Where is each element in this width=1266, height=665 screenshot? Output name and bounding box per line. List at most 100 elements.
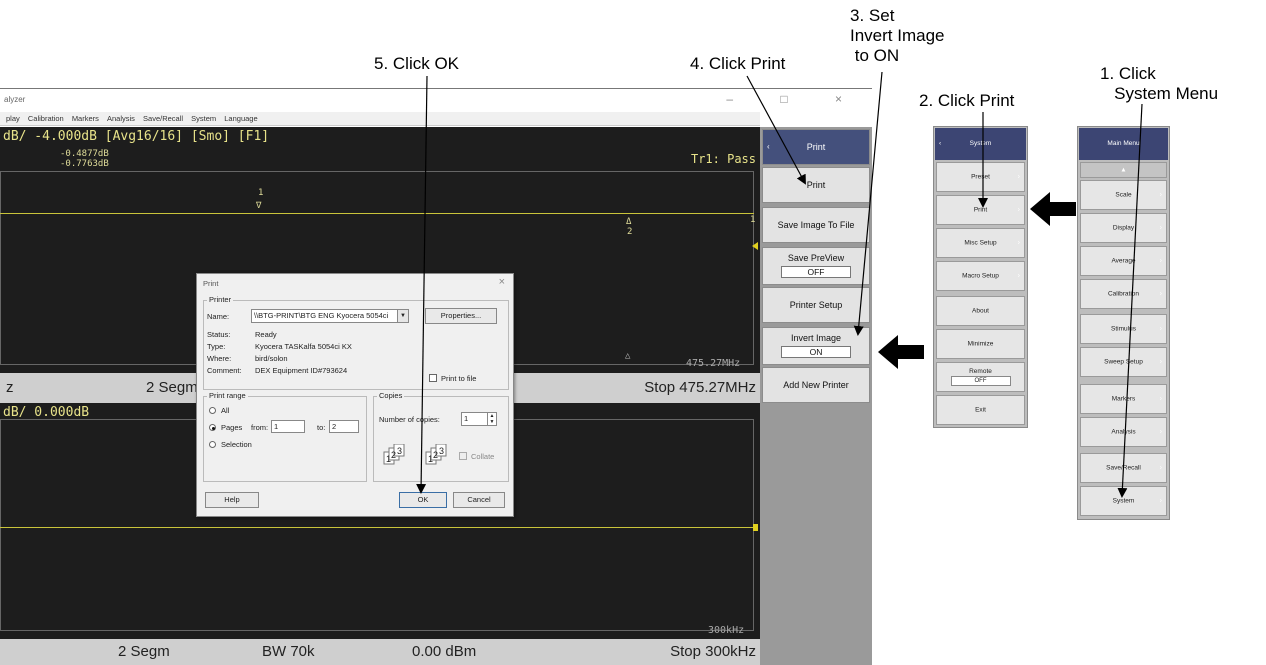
main-item-markers[interactable]: Markers › (1080, 384, 1167, 414)
window-controls[interactable]: – □ × (726, 92, 864, 106)
copies-group-label: Copies (377, 391, 405, 400)
system-menu-title: System (969, 140, 992, 147)
main-item-display[interactable]: Display › (1080, 213, 1167, 243)
main-item-sweep-setup[interactable]: Sweep Setup › (1080, 347, 1167, 377)
save-preview-softkey[interactable]: Save PreView OFF (762, 247, 870, 285)
save-preview-value: OFF (781, 266, 851, 278)
spinner-icon[interactable]: ▲ ▼ (487, 413, 496, 425)
main-item-average[interactable]: Average › (1080, 246, 1167, 276)
menu-calibration[interactable]: Calibration (28, 112, 64, 126)
from-input[interactable]: 1 (271, 420, 305, 433)
callout-step5: 5. Click OK (374, 54, 460, 73)
where-label: Where: (207, 354, 232, 363)
back-icon[interactable]: ‹ (939, 128, 941, 160)
dialog-close-icon[interactable]: × (499, 276, 505, 288)
collate-checkbox[interactable] (459, 452, 467, 460)
system-menu-panel: ‹ System Preset › Print › Misc Setup › Macr… (933, 126, 1028, 428)
save-preview-label: Save PreView (787, 253, 845, 263)
system-item-label: Macro Setup (962, 272, 999, 280)
system-item-remote[interactable]: Remote OFF (936, 362, 1025, 392)
name-label: Name: (207, 312, 230, 321)
trace-2-header: dB/ 0.000dB (3, 405, 90, 420)
invert-image-softkey[interactable]: Invert Image ON (762, 327, 870, 365)
invert-image-label: Invert Image (790, 333, 842, 343)
system-item-label: Misc Setup (964, 239, 997, 247)
chevron-right-icon: › (1017, 272, 1020, 280)
pages-radio[interactable] (209, 424, 216, 431)
chevron-right-icon: › (1159, 395, 1162, 403)
printer-setup-softkey[interactable]: Printer Setup (762, 287, 870, 323)
remote-label: Remote (969, 368, 992, 375)
system-item-macro-setup[interactable]: Macro Setup › (936, 261, 1025, 291)
to-label: to: (317, 423, 326, 432)
status-value: Ready (255, 330, 277, 339)
pages-label: Pages (221, 423, 243, 432)
cancel-button[interactable]: Cancel (453, 492, 505, 508)
menu-system[interactable]: System (191, 112, 216, 126)
type-label: Type: (207, 342, 226, 351)
back-icon[interactable]: ‹ (767, 130, 770, 164)
print-to-file-label: Print to file (441, 374, 477, 383)
menu-markers[interactable]: Markers (72, 112, 99, 126)
menu-analysis[interactable]: Analysis (107, 112, 135, 126)
save-image-softkey[interactable]: Save Image To File (762, 207, 870, 243)
status-bar-2: 2 Segm BW 70k 0.00 dBm Stop 300kHz (0, 639, 760, 665)
pass-indicator: Tr1: Pass (690, 152, 756, 166)
main-item-calibration[interactable]: Calibration › (1080, 279, 1167, 309)
callout-step1: 1. Click System Menu (1100, 64, 1219, 103)
main-item-analysis[interactable]: Analysis › (1080, 417, 1167, 447)
printer-group-label: Printer (207, 295, 234, 304)
status-1-left: z (6, 379, 14, 396)
copies-stepper[interactable]: 1 ▲ ▼ (461, 412, 497, 426)
menu-display[interactable]: play (6, 112, 20, 126)
menu-save-recall[interactable]: Save/Recall (143, 112, 183, 126)
printer-name-select[interactable]: \\BTG-PRINT\BTG ENG Kyocera 5054ci ▼ (251, 309, 409, 323)
printer-name-value: \\BTG-PRINT\BTG ENG Kyocera 5054ci (254, 311, 389, 320)
menu-language[interactable]: Language (224, 112, 257, 126)
main-item-stimulus[interactable]: Stimulus › (1080, 314, 1167, 344)
invert-image-value: ON (781, 346, 851, 358)
svg-text:2: 2 (391, 450, 396, 460)
scroll-up-button[interactable]: ▲ (1080, 162, 1167, 178)
marker-1-symbol: ∇ (256, 201, 262, 211)
chevron-right-icon: › (1159, 257, 1162, 265)
chevron-up-icon: ▲ (1120, 166, 1127, 174)
comment-label: Comment: (207, 366, 242, 375)
chevron-right-icon: › (1159, 325, 1162, 333)
print-softkey[interactable]: Print (762, 167, 870, 203)
status-2-stop: Stop 300kHz (670, 643, 756, 660)
system-item-misc-setup[interactable]: Misc Setup › (936, 228, 1025, 258)
callout-step2: 2. Click Print (919, 91, 1015, 110)
main-menu-header: Main Menu (1079, 128, 1168, 160)
to-input[interactable]: 2 (329, 420, 359, 433)
selection-radio[interactable] (209, 441, 216, 448)
menu-bar: play Calibration Markers Analysis Save/R… (0, 112, 760, 126)
add-printer-softkey[interactable]: Add New Printer (762, 367, 870, 403)
system-item-print[interactable]: Print › (936, 195, 1025, 225)
system-item-minimize[interactable]: Minimize (936, 329, 1025, 359)
ok-button[interactable]: OK (399, 492, 447, 508)
main-item-save-recall[interactable]: Save/Recall › (1080, 453, 1167, 483)
where-value: bird/solon (255, 354, 288, 363)
range-group-label: Print range (207, 391, 248, 400)
status-2-bw: BW 70k (262, 643, 315, 660)
chevron-right-icon: › (1159, 497, 1162, 505)
print-to-file-checkbox[interactable] (429, 374, 437, 382)
system-item-exit[interactable]: Exit (936, 395, 1025, 425)
main-item-system[interactable]: System › (1080, 486, 1167, 516)
marker-value-2: -0.7763dB (60, 159, 109, 169)
main-item-scale[interactable]: Scale › (1080, 180, 1167, 210)
collate-label: Collate (471, 452, 495, 461)
svg-text:3: 3 (439, 446, 444, 456)
chevron-down-icon[interactable]: ▼ (397, 310, 408, 322)
system-item-preset[interactable]: Preset › (936, 162, 1025, 192)
svg-text:2: 2 (433, 450, 438, 460)
help-button[interactable]: Help (205, 492, 259, 508)
all-radio[interactable] (209, 407, 216, 414)
copies-value: 1 (464, 414, 469, 423)
remote-value: OFF (950, 376, 1011, 386)
trace-2-line (0, 527, 754, 528)
system-item-about[interactable]: About (936, 296, 1025, 326)
properties-button[interactable]: Properties... (425, 308, 497, 324)
chevron-right-icon: › (1159, 191, 1162, 199)
